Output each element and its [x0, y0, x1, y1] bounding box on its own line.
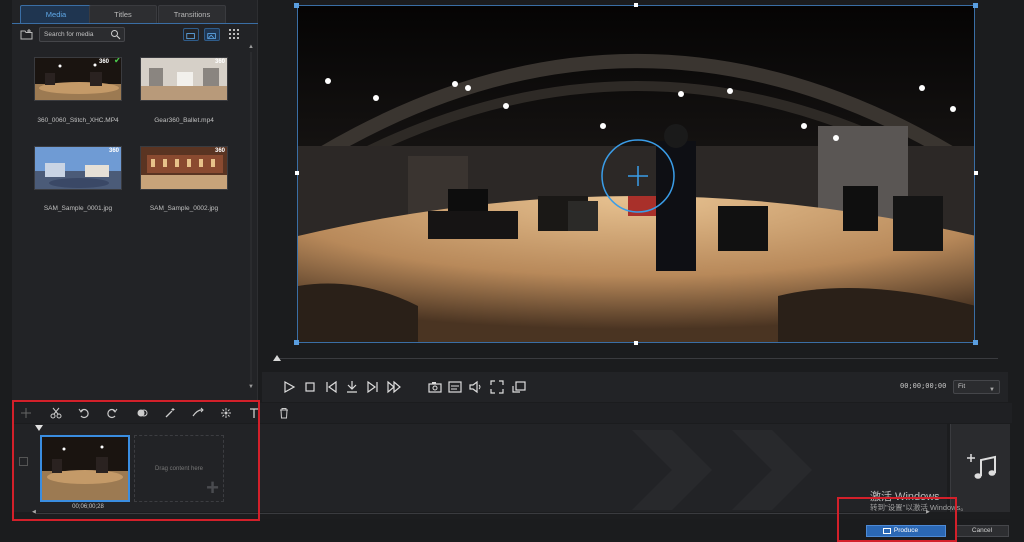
- playback-controls: [262, 372, 1008, 402]
- scroll-track[interactable]: [250, 52, 252, 382]
- tab-titles[interactable]: Titles: [89, 5, 157, 23]
- cancel-button[interactable]: Cancel: [955, 525, 1009, 537]
- media-toolbar: Search for media: [12, 26, 258, 44]
- undock-icon[interactable]: [512, 380, 526, 394]
- badge-360: 360: [214, 148, 225, 154]
- preview-area: [260, 0, 1010, 400]
- media-label-4: SAM_Sample_0002.jpg: [149, 205, 219, 212]
- media-label-2: Gear360_Ballet.mp4: [154, 117, 214, 124]
- preview-frame-image: [298, 6, 974, 342]
- timecode-display: 00;00;00;00: [900, 382, 947, 390]
- scroll-up-arrow[interactable]: ▲: [248, 44, 254, 50]
- zoom-select[interactable]: Fit ▼: [953, 380, 1000, 394]
- subtitle-icon[interactable]: [448, 380, 462, 394]
- tab-transitions[interactable]: Transitions: [158, 5, 226, 23]
- search-placeholder: Search for media: [44, 31, 94, 38]
- zoom-value: Fit: [958, 383, 966, 390]
- media-thumbnail-3[interactable]: 360: [34, 146, 122, 190]
- tab-media[interactable]: Media: [20, 5, 92, 23]
- music-track-panel[interactable]: [950, 424, 1010, 512]
- background-chevron-graphic: [632, 430, 812, 510]
- video-preview[interactable]: [297, 5, 975, 343]
- media-label-1: 360_0060_Stitch_XHC.MP4: [37, 117, 119, 124]
- resize-handle[interactable]: [973, 3, 978, 8]
- volume-icon[interactable]: [468, 380, 482, 394]
- previous-frame-icon[interactable]: [324, 380, 338, 394]
- view-thumbnail-button[interactable]: [204, 28, 220, 41]
- fullscreen-icon[interactable]: [490, 380, 504, 394]
- search-input[interactable]: Search for media: [39, 27, 125, 42]
- preview-scrubber[interactable]: [273, 355, 998, 363]
- media-scrollbar[interactable]: ▲ ▼: [248, 44, 254, 394]
- badge-360: 360: [214, 59, 225, 65]
- resize-handle[interactable]: [634, 341, 638, 345]
- editor-window: { "media_panel": { "tabs": [ {"label": "…: [0, 0, 1024, 542]
- badge-360: 360: [98, 59, 109, 65]
- resize-handle[interactable]: [634, 3, 638, 7]
- badge-360: 360: [108, 148, 119, 154]
- image-icon: [207, 33, 216, 40]
- resize-handle[interactable]: [294, 3, 299, 8]
- scrubber-track[interactable]: [276, 358, 998, 359]
- snapshot-icon[interactable]: [428, 380, 442, 394]
- highlight-box-timeline: [12, 400, 260, 521]
- resize-handle[interactable]: [973, 340, 978, 345]
- media-label-3: SAM_Sample_0001.jpg: [43, 205, 113, 212]
- media-library-panel: Media Titles Transitions Search for medi…: [12, 0, 258, 400]
- media-thumbnail-4[interactable]: 360: [140, 146, 228, 190]
- search-icon[interactable]: [110, 29, 121, 40]
- scrubber-knob[interactable]: [273, 355, 281, 361]
- split-icon[interactable]: [345, 380, 359, 394]
- stop-icon[interactable]: [303, 380, 317, 394]
- resize-handle[interactable]: [295, 171, 299, 175]
- chevron-down-icon: ▼: [989, 387, 995, 393]
- resize-handle[interactable]: [294, 340, 299, 345]
- media-tabs: Media Titles Transitions: [12, 4, 258, 24]
- highlight-box-produce: [837, 497, 957, 542]
- media-thumbnail-1[interactable]: 360 ✓: [34, 57, 122, 101]
- import-folder-icon[interactable]: [20, 28, 34, 42]
- media-thumbnail-2[interactable]: 360: [140, 57, 228, 101]
- trash-icon[interactable]: [278, 407, 290, 419]
- scroll-down-arrow[interactable]: ▼: [248, 384, 254, 390]
- resize-handle[interactable]: [974, 171, 978, 175]
- add-music-icon[interactable]: [965, 452, 999, 482]
- next-frame-icon[interactable]: [366, 380, 380, 394]
- view-list-button[interactable]: [183, 28, 199, 41]
- grid-view-icon[interactable]: [228, 28, 240, 40]
- play-icon[interactable]: [282, 380, 296, 394]
- check-icon: ✓: [113, 57, 122, 66]
- monitor-icon: [186, 33, 195, 40]
- fast-forward-icon[interactable]: [387, 380, 401, 394]
